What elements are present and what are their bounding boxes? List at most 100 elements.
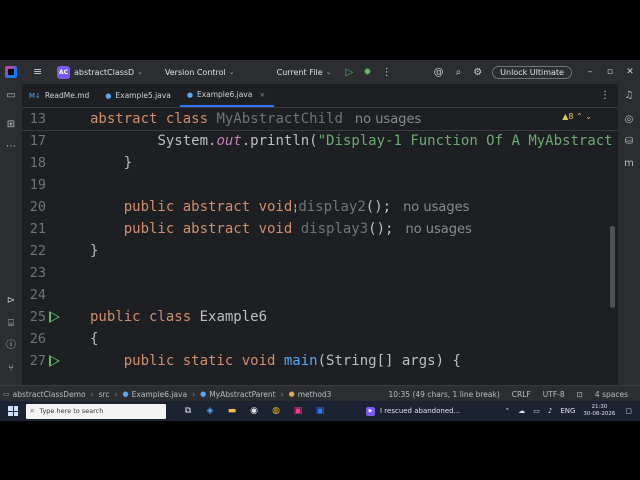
chevron-down-icon[interactable]: ⌄ xyxy=(137,68,143,76)
search-icon[interactable]: ⌕ xyxy=(456,67,462,78)
media-widget[interactable]: ▶ I rescued abandoned... xyxy=(366,406,461,416)
clock-time: 21:30 xyxy=(591,404,608,410)
code-line-22: 22 } xyxy=(22,240,618,262)
indent-setting[interactable]: 4 spaces xyxy=(595,390,628,399)
main-menu-icon[interactable]: ≡ xyxy=(33,66,43,77)
code-line-27: 27 public static void main(String[] args… xyxy=(22,350,618,372)
notification-icon[interactable]: ▢ xyxy=(625,407,632,415)
code-text: } xyxy=(90,243,99,259)
title-bar: ≡ AC abstractClassD... ⌄ Version Control… xyxy=(0,60,640,84)
breadcrumb-item[interactable]: Example6.java xyxy=(132,390,187,399)
tab-readme[interactable]: M↓ ReadMe.md xyxy=(22,84,98,107)
line-number: 25 xyxy=(29,309,46,325)
search-placeholder: Type here to search xyxy=(39,407,104,415)
run-icon[interactable]: ▷ xyxy=(346,67,354,78)
git-icon[interactable]: ⑂ xyxy=(5,363,17,375)
java-class-icon: ● xyxy=(122,390,129,398)
close-icon[interactable]: ✕ xyxy=(622,67,638,77)
code-line-18: 18 } xyxy=(22,152,618,174)
ai-icon[interactable]: ◎ xyxy=(623,114,635,126)
maximize-icon[interactable]: ▫ xyxy=(602,67,618,77)
caret-position[interactable]: 10:35 (49 chars, 1 line break) xyxy=(388,390,499,399)
maven-icon[interactable]: m xyxy=(623,158,635,170)
method-icon: ● xyxy=(288,390,295,398)
line-separator[interactable]: CRLF xyxy=(512,390,531,399)
code-line-17: 17 System.out.println("Display-1 Functio… xyxy=(22,130,618,152)
database-icon[interactable]: ⛁ xyxy=(623,136,635,148)
copilot-icon[interactable]: ◈ xyxy=(204,405,216,417)
tab-label: ReadMe.md xyxy=(44,91,90,100)
windows-start-icon[interactable] xyxy=(8,406,18,416)
project-folder-icon[interactable]: ▭ xyxy=(5,90,17,102)
usage-hint: no usages xyxy=(403,200,470,215)
java-class-icon: ● xyxy=(105,91,112,100)
clock-date: 30-08-2026 xyxy=(583,411,616,417)
active-app-icon[interactable]: ▣ xyxy=(314,405,326,417)
breadcrumb-item[interactable]: src xyxy=(99,390,110,399)
minimize-icon[interactable]: – xyxy=(582,67,598,77)
code-text: System.out.println("Display-1 Function O… xyxy=(157,133,613,149)
system-tray: ⌃ ☁ ▭ ♪ ENG 21:30 30-08-2026 ▢ xyxy=(504,404,640,418)
notifications-icon[interactable]: ♫ xyxy=(623,90,635,102)
tab-example6[interactable]: ● Example6.java × xyxy=(179,84,275,107)
tab-close-icon[interactable]: × xyxy=(259,91,265,99)
lock-icon[interactable]: ⊡ xyxy=(577,390,583,399)
version-control-menu[interactable]: Version Control ⌄ xyxy=(165,68,235,77)
project-badge[interactable]: AC xyxy=(57,65,70,79)
file-explorer-icon[interactable]: ▬ xyxy=(226,405,238,417)
code-line-24: 24 xyxy=(22,284,618,306)
vertical-scrollbar[interactable] xyxy=(610,226,615,308)
intellij-taskbar-icon[interactable]: ▣ xyxy=(292,405,304,417)
chevron-right-icon: › xyxy=(90,389,94,399)
file-encoding[interactable]: UTF-8 xyxy=(543,390,565,399)
code-line-19: 19 xyxy=(22,174,618,196)
chevron-up-icon[interactable]: ⌃ xyxy=(504,407,510,415)
project-name[interactable]: abstractClassD... xyxy=(74,68,134,77)
run-configuration[interactable]: Current File ⌄ xyxy=(277,68,332,77)
structure-icon[interactable]: ⊞ xyxy=(5,119,17,131)
line-number: 17 xyxy=(29,133,46,149)
language-indicator[interactable]: ENG xyxy=(560,407,575,415)
settings-gear-icon[interactable]: ⚙ xyxy=(473,67,482,78)
problems-icon[interactable]: ⓘ xyxy=(5,340,17,352)
breadcrumb-item[interactable]: MyAbstractParent xyxy=(209,390,275,399)
taskbar-search[interactable]: ⌕ Type here to search xyxy=(26,403,166,419)
speaker-icon[interactable]: ♪ xyxy=(548,407,552,415)
obs-icon[interactable]: ◉ xyxy=(248,405,260,417)
terminal-icon[interactable]: ⌸ xyxy=(5,318,17,330)
breadcrumb-item[interactable]: abstractClassDemo xyxy=(13,390,86,399)
clock[interactable]: 21:30 30-08-2026 xyxy=(583,404,615,418)
play-icon: ▶ xyxy=(366,406,375,416)
unlock-ultimate-button[interactable]: Unlock Ultimate xyxy=(492,65,572,79)
folder-icon: ▭ xyxy=(3,390,10,398)
intellij-logo-icon xyxy=(5,66,17,78)
java-class-icon: ● xyxy=(186,90,193,99)
media-title: I rescued abandoned... xyxy=(380,407,461,415)
tab-example5[interactable]: ● Example5.java xyxy=(98,84,180,107)
chevron-down-icon: ⌄ xyxy=(228,68,235,76)
chevron-right-icon: › xyxy=(192,389,196,399)
ai-assistant-icon[interactable]: @ xyxy=(434,67,444,78)
more-tools-icon[interactable]: ⋯ xyxy=(5,141,17,153)
debug-icon[interactable]: ✹ xyxy=(363,67,371,78)
chevron-down-icon: ⌄ xyxy=(325,68,332,76)
services-icon[interactable]: ⊳ xyxy=(5,295,17,307)
network-icon[interactable]: ▭ xyxy=(533,407,540,415)
inspection-widget[interactable]: ▲8 ⌃ ⌄ xyxy=(562,112,592,121)
chrome-icon[interactable]: ◍ xyxy=(270,405,282,417)
more-icon[interactable]: ⋮ xyxy=(382,67,392,78)
run-gutter-icon[interactable] xyxy=(49,311,60,323)
editor-tabs: M↓ ReadMe.md ● Example5.java ● Example6.… xyxy=(22,84,618,108)
breadcrumb-item[interactable]: method3 xyxy=(298,390,332,399)
tabs-more-icon[interactable]: ⋮ xyxy=(600,90,610,101)
code-text: public static void main(String[] args) { xyxy=(123,353,461,369)
task-view-icon[interactable]: ⧉ xyxy=(182,405,194,417)
sticky-scroll-header[interactable]: 13 abstract class MyAbstractChild no usag… xyxy=(22,108,618,131)
line-number: 27 xyxy=(29,353,46,369)
code-text: public abstract void¦display2(); no usage… xyxy=(123,199,470,215)
status-widgets: 10:35 (49 chars, 1 line break) CRLF UTF-… xyxy=(388,390,640,399)
windows-taskbar: ⌕ Type here to search ⧉ ◈ ▬ ◉ ◍ ▣ ▣ ▶ I … xyxy=(0,401,640,421)
run-gutter-icon[interactable] xyxy=(49,355,60,367)
cloud-icon[interactable]: ☁ xyxy=(518,407,525,415)
code-editor[interactable]: 17 System.out.println("Display-1 Functio… xyxy=(22,108,618,376)
